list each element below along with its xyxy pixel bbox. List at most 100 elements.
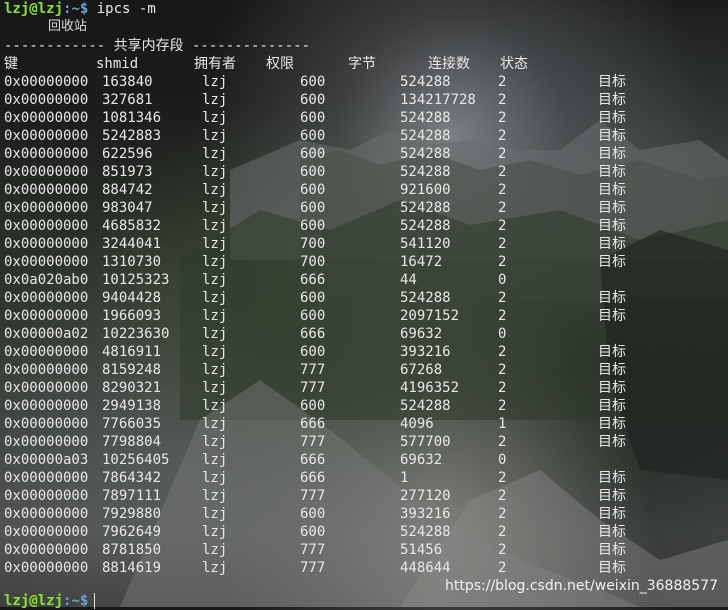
table-row: 0x00000000 163840 lzj 600 524288 2 目标 xyxy=(4,73,724,91)
cell-key: 0x00000000 xyxy=(4,344,89,360)
cell-nattch: 2 xyxy=(498,218,507,234)
cell-shmid: 7864342 xyxy=(102,470,162,486)
cell-owner: lzj xyxy=(202,200,228,216)
cell-nattch: 2 xyxy=(498,506,507,522)
header-status: 状态 xyxy=(500,56,528,72)
cell-nattch: 2 xyxy=(498,254,507,270)
cell-bytes: 577700 xyxy=(400,434,451,450)
cell-nattch: 2 xyxy=(498,542,507,558)
header-perms: 权限 xyxy=(266,56,294,72)
cell-key: 0x00000a03 xyxy=(4,452,89,468)
cell-shmid: 10223630 xyxy=(102,326,170,342)
cell-status: 目标 xyxy=(598,308,626,324)
cell-owner: lzj xyxy=(202,308,228,324)
cell-key: 0x00000000 xyxy=(4,236,89,252)
cell-perms: 600 xyxy=(300,74,326,90)
cell-status: 目标 xyxy=(598,290,626,306)
table-row: 0x00000000 983047 lzj 600 524288 2 目标 xyxy=(4,199,724,217)
cell-status: 目标 xyxy=(598,344,626,360)
cell-bytes: 16472 xyxy=(400,254,443,270)
cell-bytes: 277120 xyxy=(400,488,451,504)
cell-owner: lzj xyxy=(202,290,228,306)
table-row: 0x00000000 5242883 lzj 600 524288 2 目标 xyxy=(4,127,724,145)
terminal-window[interactable]: lzj@lzj:~$ ipcs -m 回收站 ------------ 共享内存… xyxy=(0,0,728,610)
cell-shmid: 163840 xyxy=(102,74,153,90)
cell-bytes: 524288 xyxy=(400,398,451,414)
table-row: 0x00000000 7929880 lzj 600 393216 2 目标 xyxy=(4,505,724,523)
cell-owner: lzj xyxy=(202,218,228,234)
cell-shmid: 7766035 xyxy=(102,416,162,432)
cell-nattch: 2 xyxy=(498,290,507,306)
cell-nattch: 2 xyxy=(498,92,507,108)
cell-key: 0x00000000 xyxy=(4,434,89,450)
cell-perms: 600 xyxy=(300,344,326,360)
cell-nattch: 2 xyxy=(498,182,507,198)
cell-perms: 700 xyxy=(300,236,326,252)
cell-shmid: 1310730 xyxy=(102,254,162,270)
cell-status: 目标 xyxy=(598,380,626,396)
cell-shmid: 8159248 xyxy=(102,362,162,378)
cell-shmid: 7929880 xyxy=(102,506,162,522)
cell-perms: 666 xyxy=(300,326,326,342)
table-row: 0x00000a02 10223630 lzj 666 69632 0 xyxy=(4,325,724,343)
cell-bytes: 393216 xyxy=(400,344,451,360)
header-bytes: 字节 xyxy=(348,56,376,72)
cell-shmid: 2949138 xyxy=(102,398,162,414)
cell-owner: lzj xyxy=(202,488,228,504)
cell-owner: lzj xyxy=(202,92,228,108)
cell-nattch: 2 xyxy=(498,470,507,486)
cell-nattch: 2 xyxy=(498,308,507,324)
cell-key: 0x00000000 xyxy=(4,110,89,126)
cell-key: 0x00000000 xyxy=(4,506,89,522)
cell-perms: 600 xyxy=(300,92,326,108)
cell-bytes: 524288 xyxy=(400,164,451,180)
cell-owner: lzj xyxy=(202,110,228,126)
table-row: 0x00000000 7962649 lzj 600 524288 2 目标 xyxy=(4,523,724,541)
cell-shmid: 5242883 xyxy=(102,128,162,144)
cell-status: 目标 xyxy=(598,164,626,180)
cell-perms: 777 xyxy=(300,380,326,396)
cell-owner: lzj xyxy=(202,326,228,342)
cell-owner: lzj xyxy=(202,416,228,432)
cell-bytes: 524288 xyxy=(400,110,451,126)
cell-key: 0x00000000 xyxy=(4,380,89,396)
cell-status: 目标 xyxy=(598,560,626,576)
cell-shmid: 7897111 xyxy=(102,488,162,504)
cell-bytes: 524288 xyxy=(400,146,451,162)
cell-key: 0x00000000 xyxy=(4,560,89,576)
cell-bytes: 524288 xyxy=(400,128,451,144)
cell-owner: lzj xyxy=(202,146,228,162)
cell-status: 目标 xyxy=(598,236,626,252)
cell-nattch: 2 xyxy=(498,164,507,180)
cell-status: 目标 xyxy=(598,74,626,90)
table-row: 0x00000000 7864342 lzj 666 1 2 目标 xyxy=(4,469,724,487)
cell-shmid: 327681 xyxy=(102,92,153,108)
cell-bytes: 524288 xyxy=(400,218,451,234)
next-prompt-line[interactable]: lzj@lzj:~$ xyxy=(4,592,96,610)
cell-status: 目标 xyxy=(598,416,626,432)
cell-perms: 600 xyxy=(300,164,326,180)
table-row: 0x00000000 8159248 lzj 777 67268 2 目标 xyxy=(4,361,724,379)
cell-bytes: 448644 xyxy=(400,560,451,576)
cell-status: 目标 xyxy=(598,182,626,198)
table-row: 0x00000000 8814619 lzj 777 448644 2 目标 xyxy=(4,559,724,577)
cell-bytes: 51456 xyxy=(400,542,443,558)
cell-shmid: 8290321 xyxy=(102,380,162,396)
cell-perms: 600 xyxy=(300,200,326,216)
cell-shmid: 1966093 xyxy=(102,308,162,324)
cell-status: 目标 xyxy=(598,92,626,108)
cell-bytes: 524288 xyxy=(400,290,451,306)
cell-owner: lzj xyxy=(202,560,228,576)
cell-shmid: 8814619 xyxy=(102,560,162,576)
table-row: 0x0a020ab0 10125323 lzj 666 44 0 xyxy=(4,271,724,289)
cell-bytes: 67268 xyxy=(400,362,443,378)
table-row: 0x00000000 2949138 lzj 600 524288 2 目标 xyxy=(4,397,724,415)
cell-bytes: 4096 xyxy=(400,416,434,432)
cell-status: 目标 xyxy=(598,110,626,126)
cell-perms: 777 xyxy=(300,560,326,576)
cell-owner: lzj xyxy=(202,524,228,540)
cell-shmid: 983047 xyxy=(102,200,153,216)
cell-owner: lzj xyxy=(202,128,228,144)
cell-nattch: 0 xyxy=(498,452,507,468)
cell-status: 目标 xyxy=(598,542,626,558)
